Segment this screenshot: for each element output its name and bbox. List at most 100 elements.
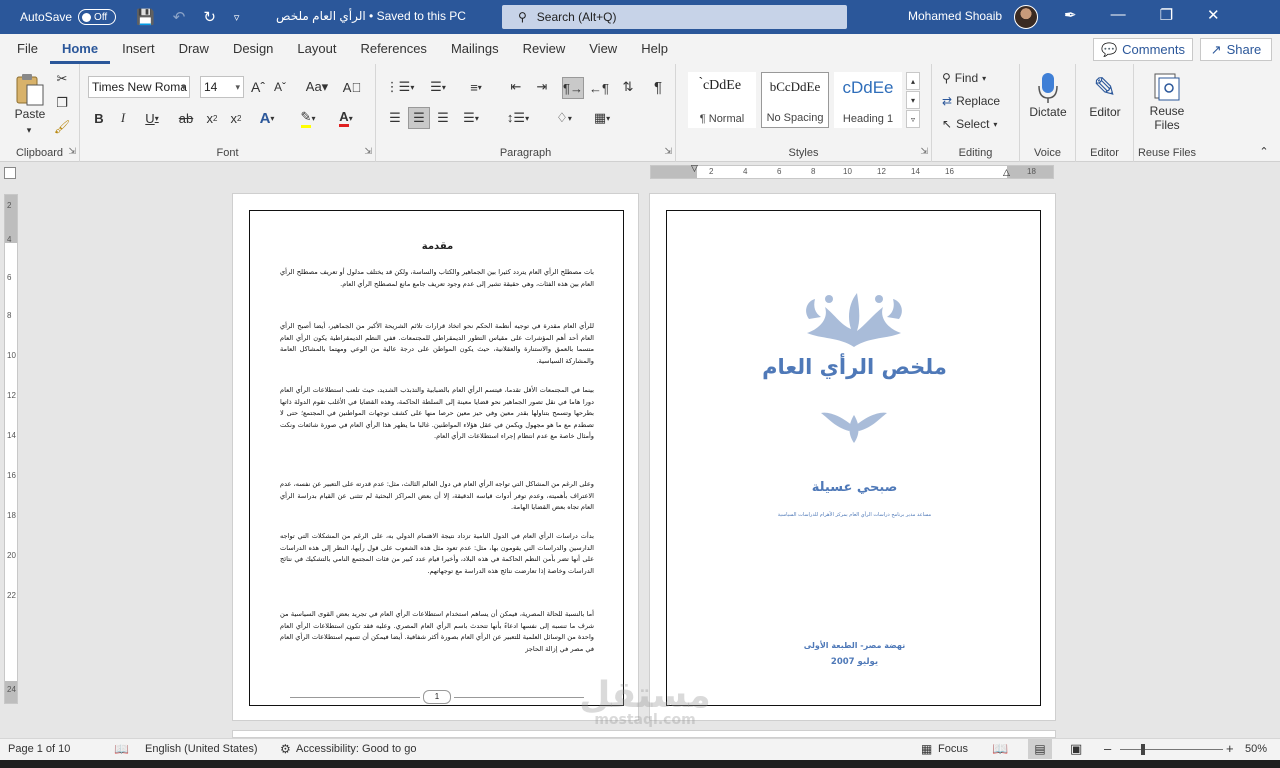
document-page-2[interactable]: مقدمة بات مصطلح الرأي العام يتردد كثيرا … <box>232 193 639 721</box>
language-status[interactable]: English (United States) <box>145 743 258 755</box>
undo-icon[interactable]: ↶ <box>173 8 186 26</box>
replace-button[interactable]: ⇄ Replace <box>942 91 1016 111</box>
search-box[interactable]: ⚲ Search (Alt+Q) <box>502 5 847 29</box>
align-left-icon[interactable]: ☰ <box>384 108 406 128</box>
read-mode-icon[interactable]: 📖 <box>992 741 1008 757</box>
justify-icon[interactable]: ☰ ▾ <box>456 108 486 128</box>
align-right-icon[interactable]: ☰ <box>432 108 454 128</box>
styles-scroll-up-icon[interactable]: ▴ <box>906 72 920 90</box>
designer-icon[interactable]: ✒ <box>1064 6 1077 24</box>
clipboard-launcher-icon[interactable]: ⇲ <box>68 146 76 157</box>
rtl-direction-icon[interactable]: ¶→ <box>562 77 584 99</box>
style-heading-1[interactable]: cDdEe Heading 1 <box>834 72 902 128</box>
editor-icon[interactable]: ✎ <box>1090 70 1120 104</box>
zoom-in-icon[interactable]: + <box>1226 741 1234 756</box>
vertical-ruler[interactable]: 2 4 6 8 10 12 14 16 18 20 22 24 <box>4 194 18 704</box>
autosave-control[interactable]: AutoSave Off <box>20 9 117 25</box>
paste-label[interactable]: Paste <box>8 106 52 122</box>
line-spacing-icon[interactable]: ↕☰ ▾ <box>502 108 534 128</box>
zoom-slider-thumb[interactable] <box>1140 744 1145 755</box>
avatar[interactable] <box>1014 5 1038 29</box>
text-effects-icon[interactable]: A ▾ <box>252 108 282 128</box>
zoom-level[interactable]: 50% <box>1245 743 1267 755</box>
select-button[interactable]: ↖ Select ▾ <box>942 114 1016 134</box>
tab-review[interactable]: Review <box>511 34 578 64</box>
paste-icon[interactable] <box>10 70 50 110</box>
decrease-indent-icon[interactable]: ⇤ <box>506 77 526 97</box>
tab-help[interactable]: Help <box>629 34 680 64</box>
paragraph-launcher-icon[interactable]: ⇲ <box>664 146 672 157</box>
shading-icon[interactable]: ♢ ▾ <box>548 108 580 128</box>
editor-label[interactable]: Editor <box>1078 104 1132 120</box>
cut-icon[interactable]: ✂ <box>54 70 70 88</box>
tab-references[interactable]: References <box>348 34 438 64</box>
right-indent-marker-icon[interactable]: △ <box>1003 167 1010 178</box>
comments-button[interactable]: 💬 Comments <box>1093 38 1193 61</box>
font-launcher-icon[interactable]: ⇲ <box>364 146 372 157</box>
strikethrough-icon[interactable]: ab <box>176 108 196 128</box>
tab-draw[interactable]: Draw <box>167 34 221 64</box>
sort-icon[interactable]: ⇅ <box>618 77 638 97</box>
style-normal[interactable]: ̀cDdEe ¶ Normal <box>688 72 756 128</box>
styles-launcher-icon[interactable]: ⇲ <box>920 146 928 157</box>
tab-insert[interactable]: Insert <box>110 34 167 64</box>
accessibility-status[interactable]: Accessibility: Good to go <box>296 743 416 755</box>
show-formatting-icon[interactable]: ¶ <box>648 77 668 97</box>
subscript-icon[interactable]: x2 <box>202 108 222 128</box>
change-case-icon[interactable]: Aa▾ <box>302 77 332 97</box>
horizontal-ruler[interactable]: 2 4 6 8 10 12 14 16 18 ▽ △ <box>650 163 1054 179</box>
bold-icon[interactable]: B <box>90 108 108 128</box>
font-name-combo[interactable]: Times New Roma ▾ <box>88 76 190 98</box>
superscript-icon[interactable]: x2 <box>226 108 246 128</box>
restore-icon[interactable]: ❐ <box>1160 6 1173 24</box>
multilevel-list-icon[interactable]: ≡ ▾ <box>460 77 492 97</box>
print-layout-icon[interactable]: ▤ <box>1028 739 1052 759</box>
collapse-ribbon-icon[interactable]: ⌃ <box>1256 144 1272 158</box>
numbering-icon[interactable]: ☰ ▾ <box>422 77 454 97</box>
grow-font-icon[interactable]: Aˆ <box>248 77 268 97</box>
increase-indent-icon[interactable]: ⇥ <box>532 77 552 97</box>
tab-selector[interactable] <box>4 167 16 179</box>
customize-qat-icon[interactable]: ▿ <box>234 11 240 24</box>
redo-icon[interactable]: ↻ <box>203 8 216 26</box>
copy-icon[interactable]: ❐ <box>54 94 70 112</box>
document-page-3[interactable] <box>232 730 1056 738</box>
dictate-label[interactable]: Dictate <box>1022 104 1074 120</box>
web-layout-icon[interactable]: ▣ <box>1070 741 1082 757</box>
page-count[interactable]: Page 1 of 10 <box>8 743 70 755</box>
indent-marker-icon[interactable]: ▽ <box>691 163 698 174</box>
tab-view[interactable]: View <box>577 34 629 64</box>
tab-home[interactable]: Home <box>49 34 111 64</box>
font-color-icon[interactable]: A ▾ <box>330 108 362 128</box>
font-size-combo[interactable]: 14 ▾ <box>200 76 244 98</box>
document-title[interactable]: الرأي العام ملخص • Saved to this PC <box>276 9 466 23</box>
styles-more-icon[interactable]: ▿ <box>906 110 920 128</box>
clear-formatting-icon[interactable]: A⃠ <box>342 77 362 97</box>
zoom-out-icon[interactable]: – <box>1104 741 1111 756</box>
style-no-spacing[interactable]: bCcDdEe No Spacing <box>761 72 829 128</box>
document-page-1[interactable]: ملخص الرأي العام صبحي عسيلة مساعد مدير ب… <box>649 193 1056 721</box>
minimize-icon[interactable]: — <box>1111 6 1126 24</box>
reuse-files-label-2[interactable]: Files <box>1136 118 1198 132</box>
tab-design[interactable]: Design <box>221 34 285 64</box>
share-button[interactable]: ↗ Share <box>1200 38 1272 61</box>
bullets-icon[interactable]: ⋮☰ ▾ <box>384 77 416 97</box>
reuse-files-label-1[interactable]: Reuse <box>1136 104 1198 118</box>
highlight-color-icon[interactable]: ✎ ▾ <box>292 108 324 128</box>
zoom-slider[interactable] <box>1120 749 1223 750</box>
focus-button[interactable]: Focus <box>938 743 968 755</box>
underline-icon[interactable]: U ▾ <box>138 108 166 128</box>
styles-scroll-down-icon[interactable]: ▾ <box>906 91 920 109</box>
paste-dropdown-icon[interactable]: ▾ <box>22 124 36 136</box>
dictate-icon[interactable] <box>1034 70 1062 106</box>
autosave-toggle[interactable]: Off <box>78 9 117 25</box>
tab-mailings[interactable]: Mailings <box>439 34 511 64</box>
save-icon[interactable]: 💾 <box>136 8 155 26</box>
close-icon[interactable]: ✕ <box>1207 6 1220 24</box>
borders-icon[interactable]: ▦ ▾ <box>586 108 618 128</box>
reuse-files-icon[interactable] <box>1152 70 1182 104</box>
ltr-direction-icon[interactable]: ←¶ <box>588 77 610 99</box>
proofing-icon[interactable]: 📖 <box>114 742 129 756</box>
user-name[interactable]: Mohamed Shoaib <box>908 9 1002 23</box>
tab-layout[interactable]: Layout <box>285 34 348 64</box>
